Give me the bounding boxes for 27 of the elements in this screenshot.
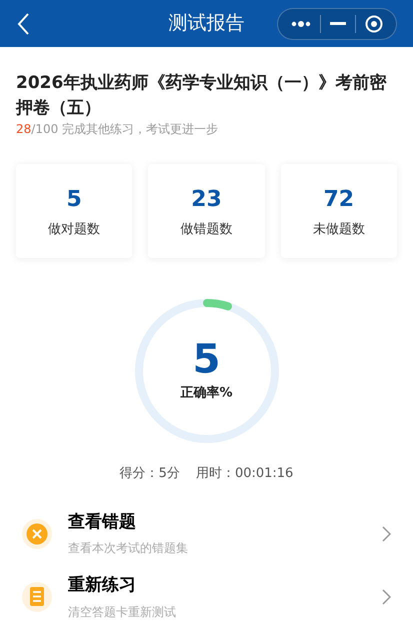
stat-value: 72 [324,186,354,214]
progress-text: 28/100 完成其他练习，考试更进一步 [16,121,220,138]
minimize-icon[interactable] [330,22,346,25]
action-subtitle: 清空答题卡重新测试 [68,604,177,621]
page-title: 测试报告 [168,11,244,36]
summary-text: 用时：00:01:16 [196,465,294,484]
stat-label: 未做题数 [312,221,365,240]
stat-value: 23 [191,186,222,214]
error-icon [22,518,52,549]
chevron-right-icon [382,589,391,606]
stat-label: 做错题数 [180,221,232,240]
action-item[interactable]: 查看错题 查看本次考试的错题集 [16,502,397,566]
accuracy-label: 正确率% [180,384,233,403]
stat-label: 做对题数 [48,221,100,240]
chevron-right-icon [382,526,391,542]
accuracy-value: 5 [192,340,220,380]
close-icon[interactable] [365,14,384,32]
summary-text: 得分：5分 [120,465,180,484]
stat-value: 5 [66,186,82,214]
back-icon[interactable] [16,12,30,36]
document-icon [22,582,52,612]
action-subtitle: 查看本次考试的错题集 [68,540,189,558]
exam-title: 2026年执业药师《药学专业知识（一）》考前密押卷（五） [16,72,388,120]
action-item[interactable]: 重新练习 清空答题卡重新测试 [16,565,397,629]
more-icon[interactable] [290,20,311,26]
action-title: 重新练习 [68,574,137,598]
action-title: 查看错题 [68,510,137,534]
